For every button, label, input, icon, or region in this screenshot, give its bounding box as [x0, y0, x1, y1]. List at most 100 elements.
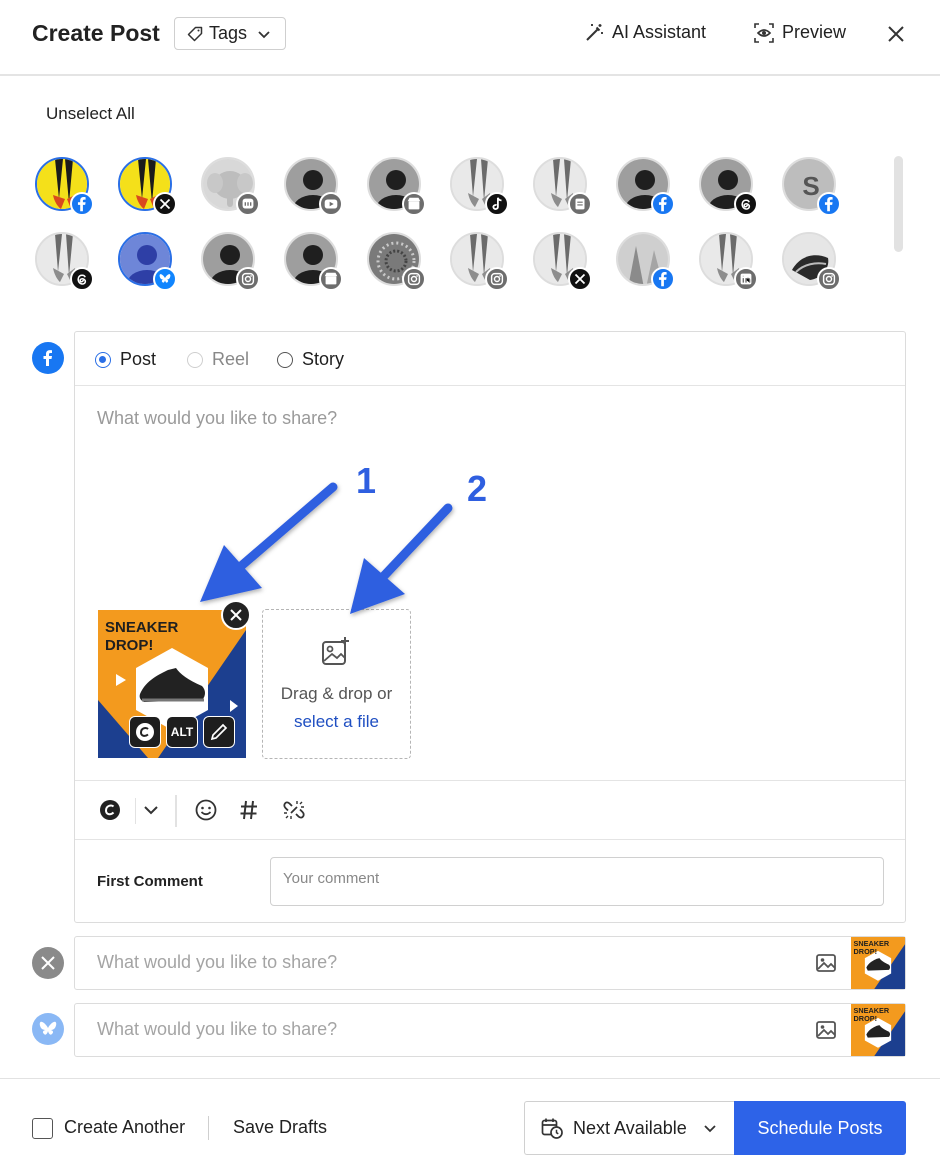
- pencil-icon: [210, 723, 228, 741]
- ai-assistant-button[interactable]: AI Assistant: [584, 22, 706, 43]
- image-icon[interactable]: [815, 952, 837, 974]
- account-avatar-tiktok[interactable]: [447, 154, 509, 216]
- tags-dropdown[interactable]: Tags: [174, 17, 286, 50]
- chevron-down-icon: [258, 30, 270, 38]
- preview-button[interactable]: Preview: [754, 22, 846, 43]
- next-available-label: Next Available: [573, 1117, 687, 1138]
- select-file-link[interactable]: select a file: [263, 708, 410, 736]
- radio-checked: [95, 351, 111, 368]
- footer-divider: [208, 1116, 209, 1140]
- post-type-story[interactable]: Story: [277, 349, 344, 370]
- x-icon: [568, 267, 592, 291]
- post-type-label: Story: [302, 349, 345, 369]
- google-business-icon: [319, 267, 343, 291]
- account-avatar-mastodon[interactable]: [198, 154, 260, 216]
- x-composer: What would you like to share? SNEAKER DRO…: [74, 936, 906, 990]
- post-type-label: Post: [120, 349, 157, 369]
- preview-label: Preview: [782, 22, 847, 42]
- svg-text:S: S: [802, 171, 819, 201]
- account-avatar-facebook[interactable]: [613, 229, 675, 291]
- footer: Create Another Save Drafts Next Availabl…: [0, 1078, 940, 1166]
- emoji-icon[interactable]: [195, 799, 217, 821]
- account-avatar-x[interactable]: [115, 154, 177, 216]
- instagram-icon: [817, 267, 841, 291]
- composer-toolbar: [75, 780, 905, 840]
- account-avatar-youtube[interactable]: [281, 154, 343, 216]
- first-comment-label: First Comment: [97, 873, 203, 890]
- svg-text:DROP!: DROP!: [854, 947, 877, 956]
- tags-label: Tags: [209, 23, 248, 43]
- radio-unchecked: [187, 351, 203, 368]
- post-type-reel[interactable]: Reel: [187, 349, 249, 370]
- account-avatar-threads[interactable]: [696, 154, 758, 216]
- post-type-selector: Post Reel Story: [75, 332, 905, 386]
- account-avatar-threads[interactable]: [32, 229, 94, 291]
- alt-text-button[interactable]: ALT: [166, 716, 198, 748]
- bluesky-composer: What would you like to share? SNEAKER DRO…: [74, 1003, 906, 1057]
- create-another-checkbox[interactable]: [32, 1118, 53, 1139]
- mastodon-icon: [236, 192, 260, 216]
- threads-icon: [734, 192, 758, 216]
- account-avatar-instagram[interactable]: [198, 229, 260, 291]
- remove-media-button[interactable]: [221, 600, 251, 630]
- post-type-post[interactable]: Post: [95, 349, 156, 370]
- threads-icon: [70, 267, 94, 291]
- youtube-icon: [319, 192, 343, 216]
- svg-text:SNEAKER: SNEAKER: [854, 939, 890, 948]
- other-icon: [568, 192, 592, 216]
- ai-assistant-label: AI Assistant: [612, 22, 707, 42]
- linkedin-icon: [734, 267, 758, 291]
- media-preview-thumbnail[interactable]: SNEAKER DROP!: [851, 937, 905, 989]
- toolbar-divider: [175, 795, 177, 827]
- save-drafts-button[interactable]: Save Drafts: [233, 1117, 327, 1138]
- tiktok-icon: [485, 192, 509, 216]
- unselect-all-button[interactable]: Unselect All: [46, 104, 135, 124]
- account-avatar-other[interactable]: [530, 154, 592, 216]
- account-avatar-facebook[interactable]: [32, 154, 94, 216]
- account-avatar-google-business[interactable]: [364, 154, 426, 216]
- x-network-icon: [32, 947, 64, 979]
- instagram-icon: [485, 267, 509, 291]
- facebook-icon: [70, 192, 94, 216]
- first-comment-input[interactable]: Your comment: [270, 857, 884, 906]
- page-title: Create Post: [32, 20, 160, 46]
- account-avatar-facebook[interactable]: [613, 154, 675, 216]
- next-available-dropdown[interactable]: Next Available: [524, 1101, 735, 1155]
- post-text-input[interactable]: What would you like to share?: [97, 408, 337, 429]
- post-type-label: Reel: [212, 349, 250, 369]
- facebook-composer: Post Reel Story What would you like to s…: [74, 331, 906, 923]
- preview-icon: [754, 22, 774, 43]
- close-icon: [230, 609, 242, 621]
- account-avatar-instagram[interactable]: [779, 229, 841, 291]
- bluesky-network-icon: [32, 1013, 64, 1045]
- account-avatar-linkedin[interactable]: [696, 229, 758, 291]
- image-icon[interactable]: [815, 1019, 837, 1041]
- chevron-down-icon: [704, 1125, 716, 1133]
- account-avatar-bluesky[interactable]: [115, 229, 177, 291]
- canva-edit-button[interactable]: [129, 716, 161, 748]
- close-icon[interactable]: [884, 22, 908, 46]
- facebook-icon: [651, 267, 675, 291]
- account-avatar-x[interactable]: [530, 229, 592, 291]
- media-preview-thumbnail[interactable]: SNEAKER DROP!: [851, 1004, 905, 1056]
- account-avatar-facebook[interactable]: S: [779, 154, 841, 216]
- account-avatar-google-business[interactable]: [281, 229, 343, 291]
- hashtag-icon[interactable]: [239, 799, 259, 821]
- facebook-icon: [817, 192, 841, 216]
- radio-unchecked: [277, 351, 293, 368]
- create-another-label[interactable]: Create Another: [64, 1117, 185, 1138]
- svg-text:SNEAKER: SNEAKER: [854, 1006, 890, 1015]
- account-avatar-instagram[interactable]: [364, 229, 426, 291]
- bluesky-post-input[interactable]: What would you like to share?: [97, 1019, 337, 1040]
- schedule-posts-button[interactable]: Schedule Posts: [734, 1101, 906, 1155]
- x-post-input[interactable]: What would you like to share?: [97, 952, 337, 973]
- edit-media-button[interactable]: [203, 716, 235, 748]
- link-shorten-icon[interactable]: [283, 799, 305, 821]
- header: Create Post Tags AI Assistant Preview: [0, 0, 940, 76]
- canva-icon[interactable]: [99, 799, 121, 821]
- accounts-scrollbar[interactable]: [894, 156, 903, 252]
- chevron-down-icon[interactable]: [143, 803, 159, 817]
- account-avatar-instagram[interactable]: [447, 229, 509, 291]
- annotation-number-1: 1: [356, 460, 377, 501]
- media-dropzone[interactable]: Drag & drop or select a file: [262, 609, 411, 759]
